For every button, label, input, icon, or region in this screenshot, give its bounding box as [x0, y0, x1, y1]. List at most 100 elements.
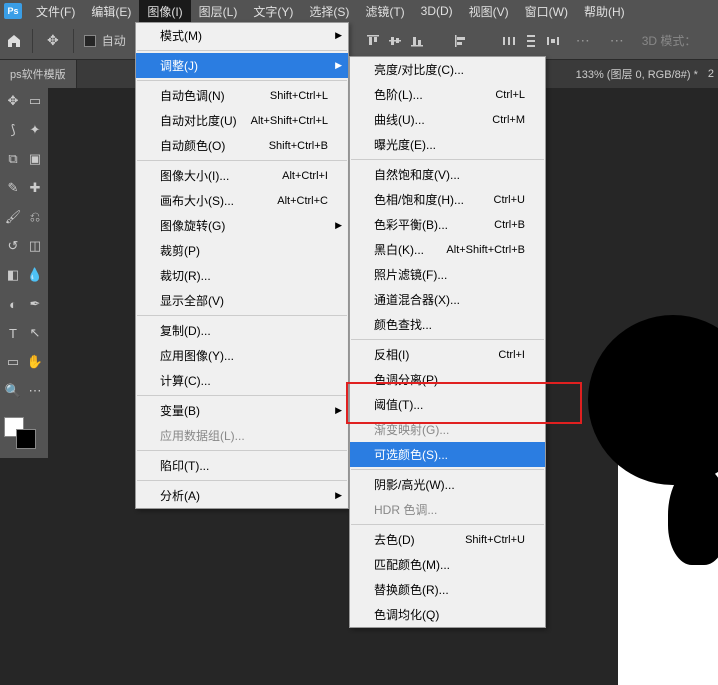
eyedropper-tool-icon[interactable]: ✎ [2, 177, 24, 199]
distribute-h-icon[interactable] [498, 31, 520, 51]
wand-tool-icon[interactable]: ✦ [24, 119, 46, 141]
image-menu-item[interactable]: 裁切(R)... [136, 263, 348, 288]
canvas[interactable] [618, 345, 718, 685]
lasso-tool-icon[interactable]: ⟆ [2, 119, 24, 141]
home-icon[interactable] [6, 33, 22, 49]
history-brush-icon[interactable]: ↺ [2, 235, 24, 257]
menu-edit[interactable]: 编辑(E) [83, 0, 139, 23]
distribute-hspace-icon[interactable] [542, 31, 564, 51]
image-menu-item[interactable]: 自动色调(N)Shift+Ctrl+L [136, 83, 348, 108]
hand-tool-icon[interactable]: ✋ [24, 351, 46, 373]
adjustments-menu-item[interactable]: 黑白(K)...Alt+Shift+Ctrl+B [350, 237, 545, 262]
shape-tool-icon[interactable]: ▭ [2, 351, 24, 373]
path-tool-icon[interactable]: ↖ [24, 322, 46, 344]
dodge-tool-icon[interactable]: ◐ [2, 293, 24, 315]
align-top-icon[interactable] [362, 31, 384, 51]
adjustments-menu-item[interactable]: 阈值(T)... [350, 392, 545, 417]
menu-item-label: 应用图像(Y)... [160, 347, 234, 364]
image-menu-item[interactable]: 自动颜色(O)Shift+Ctrl+B [136, 133, 348, 158]
frame-tool-icon[interactable]: ▣ [24, 148, 46, 170]
image-menu-item[interactable]: 画布大小(S)...Alt+Ctrl+C [136, 188, 348, 213]
adjustments-menu-item[interactable]: 颜色查找... [350, 312, 545, 337]
adjustments-menu-item[interactable]: 可选颜色(S)... [350, 442, 545, 467]
menu-image[interactable]: 图像(I) [139, 0, 190, 23]
overflow-icon[interactable]: ⋯ [604, 32, 632, 49]
gradient-tool-icon[interactable]: ◧ [2, 264, 24, 286]
adjustments-menu-item[interactable]: 色相/饱和度(H)...Ctrl+U [350, 187, 545, 212]
distribute-v-icon[interactable] [520, 31, 542, 51]
image-menu-item[interactable]: 分析(A)▶ [136, 483, 348, 508]
menu-item-label: 画布大小(S)... [160, 192, 234, 209]
adjustments-menu-item[interactable]: 曲线(U)...Ctrl+M [350, 107, 545, 132]
move-tool-icon[interactable]: ✥ [43, 28, 63, 53]
adjustments-menu-item[interactable]: 去色(D)Shift+Ctrl+U [350, 527, 545, 552]
adjustments-submenu: 亮度/对比度(C)... 色阶(L)... Ctrl+L 曲线(U)...Ctrl+M… [349, 56, 546, 628]
menu-item-label: 去色(D) [374, 531, 415, 548]
brush-tool-icon[interactable]: 🖌 [2, 206, 24, 228]
menu-view[interactable]: 视图(V) [461, 0, 517, 23]
adjustments-menu-item[interactable]: 通道混合器(X)... [350, 287, 545, 312]
menu-select[interactable]: 选择(S) [301, 0, 357, 23]
move-tool-icon[interactable]: ✥ [2, 90, 24, 112]
adjustments-menu-item[interactable]: 色彩平衡(B)...Ctrl+B [350, 212, 545, 237]
adjustments-menu-item[interactable]: 色调分离(P)... [350, 367, 545, 392]
menu-item-label: 自然饱和度(V)... [374, 166, 460, 183]
align-vcenter-icon[interactable] [384, 31, 406, 51]
menu-file[interactable]: 文件(F) [28, 0, 83, 23]
menu-help[interactable]: 帮助(H) [576, 0, 633, 23]
image-menu-item[interactable]: 模式(M)▶ [136, 23, 348, 48]
crop-tool-icon[interactable]: ⧉ [2, 148, 24, 170]
adjustments-menu-item[interactable]: 色阶(L)... Ctrl+L [350, 82, 545, 107]
adjustments-menu-item[interactable]: 曝光度(E)... [350, 132, 545, 157]
adjustments-menu-item[interactable]: 反相(I)Ctrl+I [350, 342, 545, 367]
adjustments-menu-item[interactable]: 替换颜色(R)... [350, 577, 545, 602]
healing-tool-icon[interactable]: ✚ [24, 177, 46, 199]
menu-separator [351, 469, 544, 470]
image-menu-item[interactable]: 复制(D)... [136, 318, 348, 343]
image-menu-item[interactable]: 调整(J)▶ [136, 53, 348, 78]
menu-separator [137, 395, 347, 396]
adjustments-menu-item[interactable]: 色调均化(Q) [350, 602, 545, 627]
stamp-tool-icon[interactable]: ⎌ [24, 206, 46, 228]
adjustments-menu-item[interactable]: 自然饱和度(V)... [350, 162, 545, 187]
adjustments-menu-item[interactable]: 亮度/对比度(C)... [350, 57, 545, 82]
image-menu-item[interactable]: 应用图像(Y)... [136, 343, 348, 368]
image-menu-item[interactable]: 图像旋转(G)▶ [136, 213, 348, 238]
eraser-tool-icon[interactable]: ◫ [24, 235, 46, 257]
menu-filter[interactable]: 滤镜(T) [357, 0, 412, 23]
image-menu-item[interactable]: 裁剪(P) [136, 238, 348, 263]
align-bottom-icon[interactable] [406, 31, 428, 51]
menu-shortcut: Alt+Shift+Ctrl+B [446, 244, 525, 256]
adjustments-menu-item[interactable]: 匹配颜色(M)... [350, 552, 545, 577]
auto-select-checkbox[interactable] [84, 35, 96, 47]
menu-window[interactable]: 窗口(W) [517, 0, 576, 23]
zoom-tool-icon[interactable]: 🔍 [2, 380, 24, 402]
menu-separator [137, 50, 347, 51]
document-tab[interactable]: ps软件模版 [0, 60, 77, 88]
image-menu-item[interactable]: 显示全部(V) [136, 288, 348, 313]
image-menu-item[interactable]: 计算(C)... [136, 368, 348, 393]
image-menu-item[interactable]: 陷印(T)... [136, 453, 348, 478]
menu-item-label: 色阶(L)... [374, 86, 423, 103]
pen-tool-icon[interactable]: ✒ [24, 293, 46, 315]
menu-item-label: 陷印(T)... [160, 457, 209, 474]
type-tool-icon[interactable]: T [2, 322, 24, 344]
marquee-tool-icon[interactable]: ▭ [24, 90, 46, 112]
adjustments-menu-item[interactable]: 阴影/高光(W)... [350, 472, 545, 497]
background-color[interactable] [16, 429, 36, 449]
menu-shortcut: Shift+Ctrl+B [269, 140, 328, 152]
image-menu-item[interactable]: 自动对比度(U)Alt+Shift+Ctrl+L [136, 108, 348, 133]
menu-3d[interactable]: 3D(D) [413, 1, 461, 21]
color-swatches[interactable] [2, 415, 46, 449]
document-title[interactable]: 133% (图层 0, RGB/8#) * [576, 66, 698, 82]
image-menu-item[interactable]: 变量(B)▶ [136, 398, 348, 423]
adjustments-menu-item[interactable]: 照片滤镜(F)... [350, 262, 545, 287]
image-menu-item[interactable]: 图像大小(I)...Alt+Ctrl+I [136, 163, 348, 188]
menu-shortcut: Ctrl+L [495, 89, 525, 101]
menu-layer[interactable]: 图层(L) [191, 0, 246, 23]
blur-tool-icon[interactable]: 💧 [24, 264, 46, 286]
menu-type[interactable]: 文字(Y) [245, 0, 301, 23]
more-options-icon[interactable]: ⋯ [570, 32, 598, 49]
align-left-icon[interactable] [450, 31, 472, 51]
edit-toolbar-icon[interactable]: ⋯ [24, 380, 46, 402]
